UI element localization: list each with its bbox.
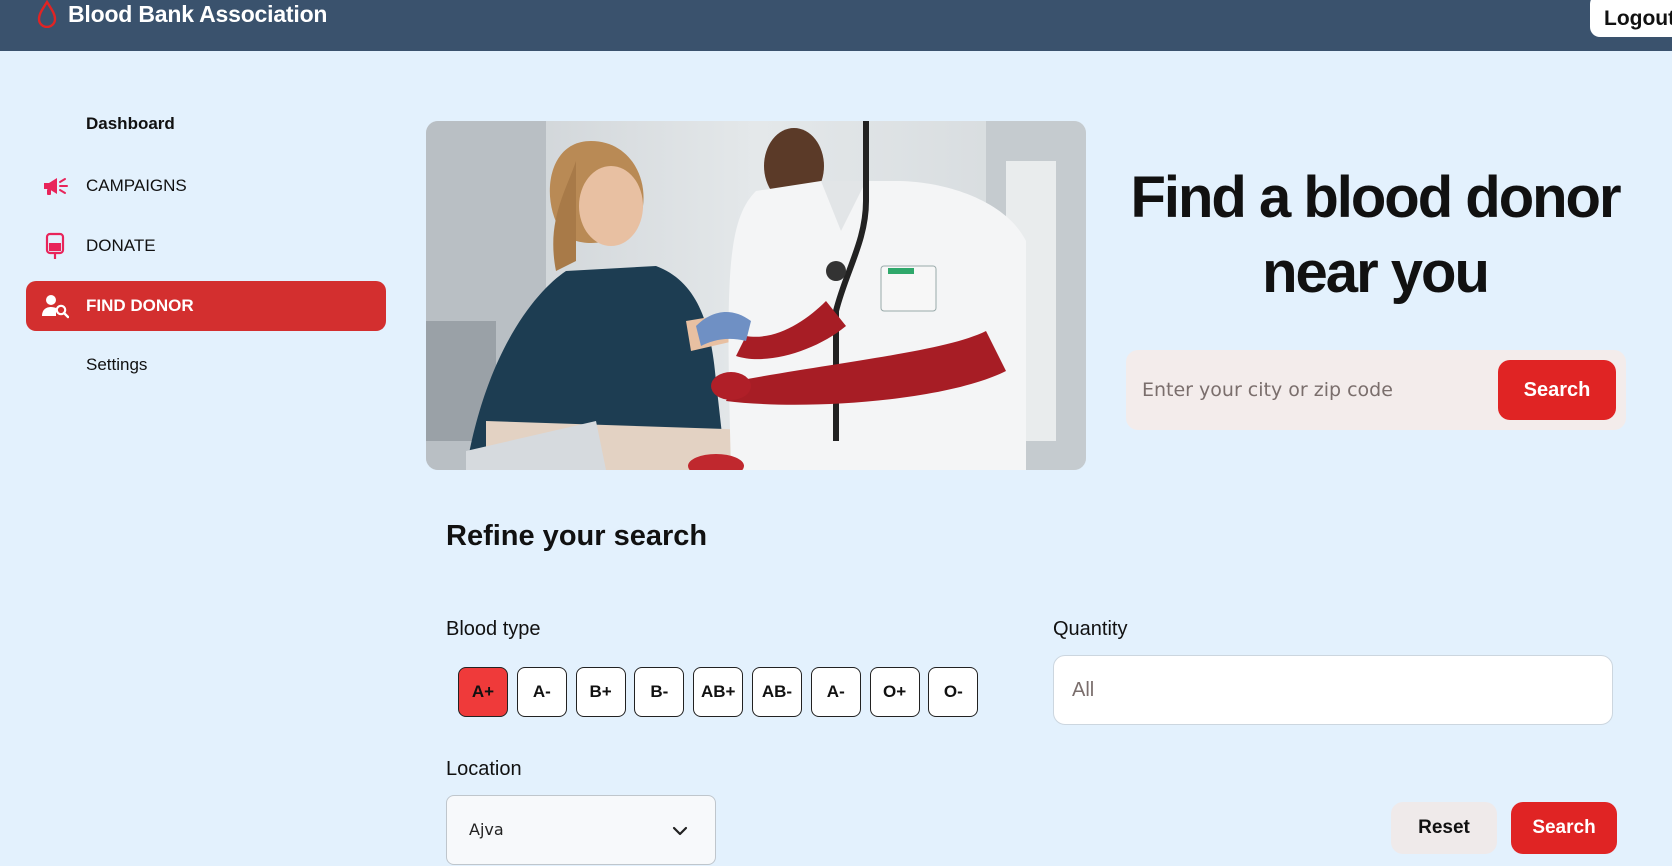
brand[interactable]: Blood Bank Association [36,0,327,28]
blood-type-ab-pos[interactable]: AB+ [693,667,744,717]
sidebar-item-settings[interactable]: Settings [26,340,386,390]
sidebar-item-label: FIND DONOR [86,296,194,315]
sidebar-item-label: DONATE [86,236,156,255]
chevron-down-icon [672,826,688,836]
headline-line-1: Find a blood donor [1130,165,1621,230]
sidebar-item-find-donor[interactable]: FIND DONOR [26,281,386,331]
location-select[interactable]: Ajva [446,795,716,865]
quantity-field[interactable]: All [1053,655,1613,725]
city-zip-input[interactable] [1142,368,1442,412]
blood-type-b-neg[interactable]: B- [634,667,685,717]
blood-type-a-neg[interactable]: A- [516,667,567,717]
blood-type-a-neg-2[interactable]: A- [810,667,861,717]
hero-image [426,121,1086,470]
top-bar: Blood Bank Association Logout [0,0,1672,51]
blood-type-a-pos[interactable]: A+ [458,667,508,717]
quantity-value: All [1072,678,1095,701]
sidebar-item-label: Dashboard [86,114,175,133]
brand-name: Blood Bank Association [68,0,328,27]
search-button[interactable]: Search [1498,360,1616,420]
megaphone-icon [40,171,70,201]
headline-line-2: near you [1262,240,1490,305]
blood-drop-icon [37,0,57,28]
refine-search-button[interactable]: Search [1511,802,1617,854]
blood-type-b-pos[interactable]: B+ [575,667,626,717]
reset-button[interactable]: Reset [1391,802,1497,854]
sidebar-item-dashboard[interactable]: Dashboard [26,99,386,149]
location-value: Ajva [469,820,504,839]
sidebar-item-label: CAMPAIGNS [86,176,187,195]
sidebar-item-donate[interactable]: DONATE [26,221,386,271]
refine-title: Refine your search [446,520,708,552]
logout-button[interactable]: Logout [1590,0,1672,37]
location-label: Location [446,758,522,780]
blood-type-o-pos[interactable]: O+ [869,667,920,717]
quantity-label: Quantity [1053,618,1128,640]
blood-type-group: A+ A- B+ B- AB+ AB- A- O+ O- [458,667,987,717]
sidebar-item-campaigns[interactable]: CAMPAIGNS [26,161,386,211]
person-search-icon [40,291,70,321]
blood-type-ab-neg[interactable]: AB- [751,667,802,717]
location-search-box: Search [1126,350,1626,430]
sidebar-item-label: Settings [86,355,148,374]
page-headline: Find a blood donor near you [1110,160,1640,310]
blood-type-label: Blood type [446,618,541,640]
blood-type-o-neg[interactable]: O- [928,667,979,717]
blood-bag-icon [40,231,70,261]
